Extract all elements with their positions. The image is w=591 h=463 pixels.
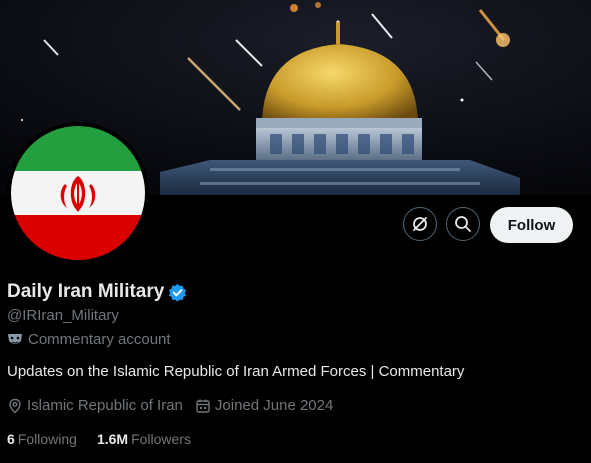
joined-item: Joined June 2024 [195,397,333,414]
following-count: 6 [7,431,15,447]
location-item: Islamic Republic of Iran [7,397,183,414]
profile-meta: Islamic Republic of Iran Joined June 202… [7,397,345,414]
followers-count: 1.6M [96,431,129,447]
verified-badge-icon[interactable] [168,283,187,302]
location-text: Islamic Republic of Iran [27,397,183,414]
profile-avatar[interactable] [7,122,149,264]
display-name: Daily Iran Military [7,281,165,302]
search-icon [455,216,471,232]
following-link[interactable]: 6 Following [7,431,77,447]
followers-link[interactable]: 1.6M Followers [97,431,191,447]
account-label[interactable]: Commentary account [7,331,171,348]
profile-name-row: Daily Iran Military [7,281,187,303]
grok-button[interactable] [403,207,437,241]
grok-icon [413,217,427,231]
followers-label: Followers [131,431,191,447]
following-label: Following [17,431,77,447]
theater-mask-icon [7,333,23,347]
account-label-text: Commentary account [28,331,171,348]
calendar-icon [196,399,210,413]
profile-bio: Updates on the Islamic Republic of Iran … [7,363,465,380]
joined-text: Joined June 2024 [214,397,334,414]
search-button[interactable] [446,207,480,241]
location-pin-icon [9,398,21,413]
profile-stats: 6 Following 1.6M Followers [7,431,211,447]
follow-button[interactable]: Follow [490,207,573,243]
profile-handle: @IRIran_Military [7,307,119,324]
